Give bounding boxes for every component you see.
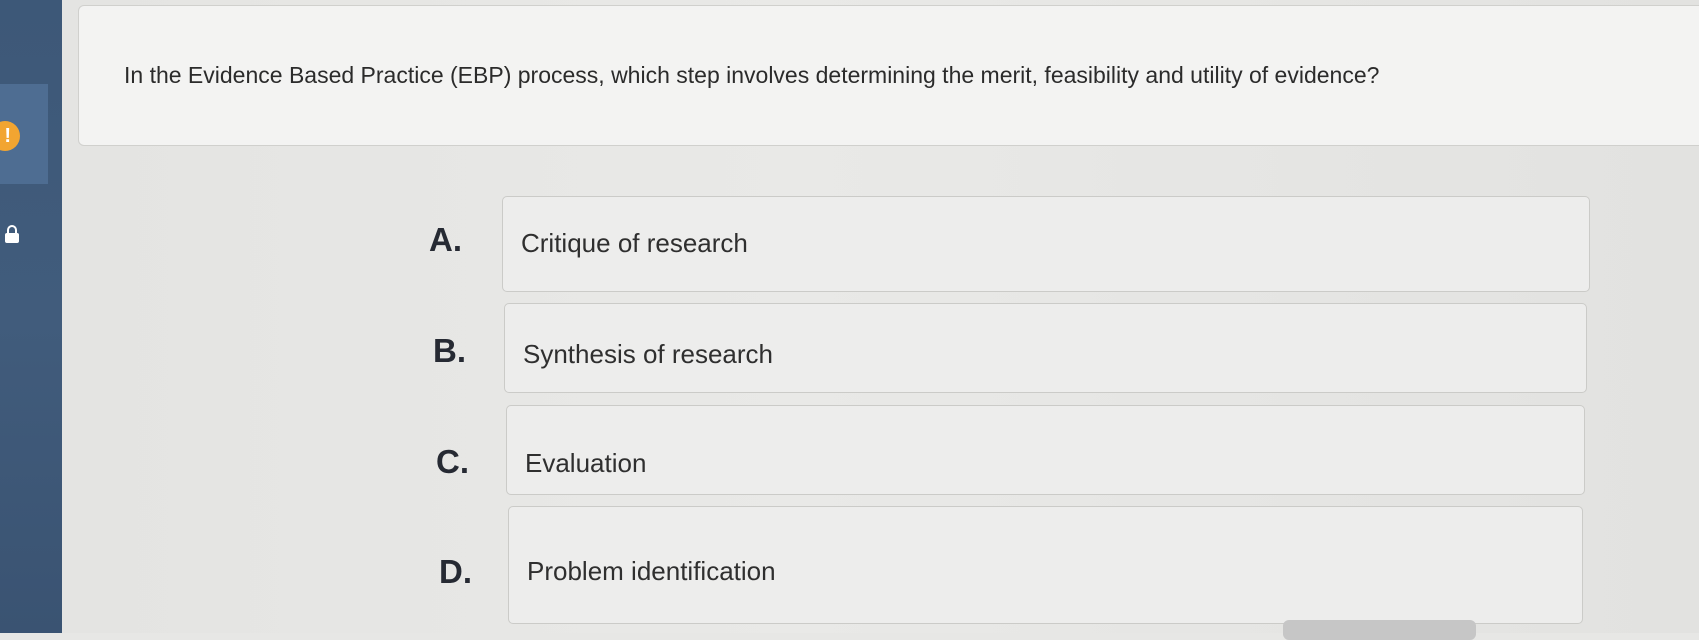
question-text: In the Evidence Based Practice (EBP) pro… (124, 62, 1380, 88)
sidebar: ! (0, 0, 62, 633)
option-b-letter: B. (433, 332, 466, 369)
option-a-text: Critique of research (521, 228, 748, 258)
submit-button[interactable] (1283, 620, 1476, 640)
option-a-letter: A. (429, 221, 462, 258)
option-d-text: Problem identification (527, 556, 776, 586)
lock-icon (5, 225, 19, 243)
option-c-letter: C. (436, 443, 469, 480)
option-c-text: Evaluation (525, 448, 647, 478)
option-d-letter: D. (439, 553, 472, 590)
option-b-text: Synthesis of research (523, 339, 774, 369)
option-c-button[interactable] (506, 405, 1585, 495)
